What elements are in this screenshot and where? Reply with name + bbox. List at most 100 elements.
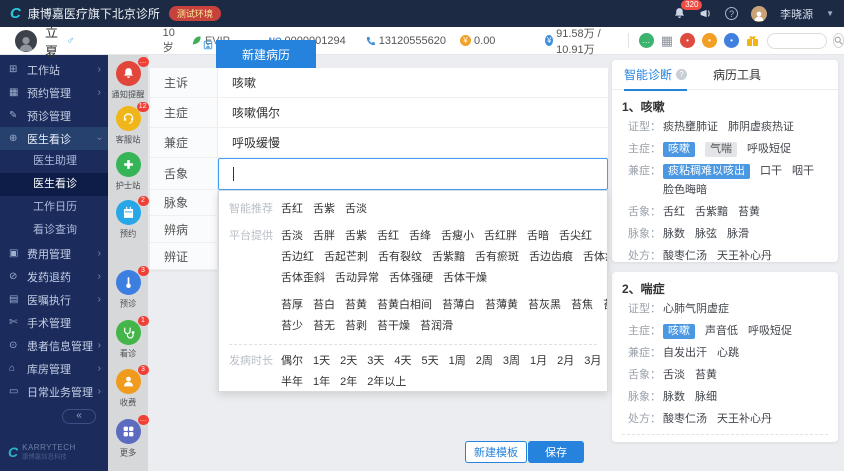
user-name[interactable]: 李晓源 (780, 6, 813, 22)
suggest-option[interactable]: 舌起芒刺 (324, 247, 368, 268)
diagnosis-item[interactable]: 苔黄 (695, 368, 717, 383)
form-field-3[interactable] (218, 158, 608, 190)
suggest-option[interactable]: 舌体歪斜 (281, 268, 325, 289)
suggest-option[interactable]: 1天 (313, 351, 330, 372)
sidebar-subitem[interactable]: 医生助理 (0, 150, 108, 173)
suggest-option[interactable]: 舌边红 (281, 247, 314, 268)
notification-bell-icon[interactable]: 320 (673, 0, 703, 20)
suggest-option[interactable]: 苔白 (313, 295, 335, 316)
suggest-option[interactable]: 苔薄白 (442, 295, 475, 316)
diagnosis-item[interactable]: 声音低 (705, 324, 738, 339)
diagnosis-item[interactable]: 咳嗽 (663, 324, 695, 339)
form-field-1[interactable]: 咳嗽偶尔 (218, 98, 608, 128)
suggest-option[interactable]: 3周 (503, 351, 520, 372)
chevron-down-icon[interactable]: ▼ (826, 9, 834, 18)
diagnosis-item[interactable]: 心跳 (717, 346, 739, 361)
suggest-option[interactable]: 偶尔 (281, 351, 303, 372)
suggest-option[interactable]: 2年 (340, 372, 357, 391)
diagnosis-item[interactable]: 自发出汗 (663, 346, 707, 361)
quicknav-nurse[interactable]: 护士站 (108, 152, 148, 192)
diagnosis-item[interactable]: 酸枣仁汤 (663, 249, 707, 262)
sidebar-subitem[interactable]: 工作日历 (0, 196, 108, 219)
suggest-option[interactable]: 苔薄黄 (485, 295, 518, 316)
sidebar-item-workstation[interactable]: ⊞ 工作站 › (0, 58, 108, 81)
diagnosis-item[interactable]: 痰粘稠难以咳出 (663, 164, 750, 179)
announcement-icon[interactable] (699, 7, 712, 20)
sidebar-item-appointment[interactable]: ▦ 预约管理 › (0, 81, 108, 104)
diagnosis-item[interactable]: 咳嗽 (663, 142, 695, 157)
suggest-option[interactable]: 苔少 (281, 316, 303, 337)
suggest-option[interactable]: 5天 (422, 351, 439, 372)
suggest-option[interactable]: 苔润滑 (420, 316, 453, 337)
quicknav-appoint[interactable]: 2 预约 (108, 196, 149, 240)
quicknav-visit[interactable]: 1 看诊 (108, 316, 149, 360)
sidebar-item-warehouse[interactable]: ⌂ 库房管理 › (0, 357, 108, 380)
diagnosis-item[interactable]: 天王补心丹 (717, 412, 772, 427)
suggest-option[interactable]: 苔无 (313, 316, 335, 337)
diagnosis-item[interactable]: 酸枣仁汤 (663, 412, 707, 427)
diagnosis-item[interactable]: 呼吸短促 (748, 324, 792, 339)
suggest-option[interactable]: 舌紫黯 (432, 247, 465, 268)
user-avatar[interactable] (751, 5, 768, 22)
help-icon[interactable]: ? (725, 7, 739, 20)
suggest-option[interactable]: 舌紫 (345, 226, 367, 247)
orange-app-icon[interactable]: • (702, 33, 718, 48)
diagnosis-item[interactable]: 脉滑 (727, 227, 749, 242)
diagnosis-item[interactable]: 口干 (760, 164, 782, 179)
quicknav-pretriage[interactable]: 3 预诊 (108, 266, 149, 310)
suggest-option[interactable]: 舌红 (377, 226, 399, 247)
sidebar-collapse-button[interactable]: « (62, 409, 96, 424)
sidebar-item-pharmacy[interactable]: ⊘ 发药退药 › (0, 265, 108, 288)
suggest-option[interactable]: 舌紫 (313, 199, 335, 220)
diagnosis-item[interactable]: 肺阴虚痰热证 (728, 120, 794, 135)
grid-apps-icon[interactable]: ▦ (661, 34, 673, 47)
sidebar-item-doctor-visit[interactable]: ⊕ 医生看诊 › (0, 127, 108, 150)
diagnosis-item[interactable]: 痰热壅肺证 (663, 120, 718, 135)
suggest-option[interactable]: 苔焦 (571, 295, 593, 316)
diagnosis-item[interactable]: 天王补心丹 (717, 249, 772, 262)
suggest-option[interactable]: 舌体瘦软 (583, 247, 607, 268)
save-button[interactable]: 保存 (528, 441, 584, 463)
diagnosis-item[interactable]: 呼吸短促 (747, 142, 791, 157)
search-icon[interactable] (832, 33, 844, 48)
suggest-option[interactable]: 3月 (584, 351, 601, 372)
suggest-option[interactable]: 舌体强硬 (389, 268, 433, 289)
suggest-option[interactable]: 1月 (530, 351, 547, 372)
sidebar-item-daily-business[interactable]: ▭ 日常业务管理 › (0, 380, 108, 403)
suggest-option[interactable]: 舌边齿痕 (529, 247, 573, 268)
diagnosis-item[interactable]: 脉数 (663, 390, 685, 405)
diagnosis-item[interactable]: 气喘 (705, 142, 737, 157)
suggest-option[interactable]: 舌有裂纹 (378, 247, 422, 268)
ai-info-icon[interactable]: ? (676, 69, 688, 80)
new-template-button[interactable]: 新建模板 (465, 441, 527, 463)
suggest-option[interactable]: 舌体干燥 (443, 268, 487, 289)
chat-icon[interactable]: … (638, 33, 654, 48)
suggest-option[interactable]: 4天 (394, 351, 411, 372)
quicknav-service[interactable]: 12 客服站 (108, 102, 149, 146)
red-app-icon[interactable]: • (680, 33, 696, 48)
sidebar-item-fee[interactable]: ▣ 费用管理 › (0, 242, 108, 265)
suggest-option[interactable]: 舌红胖 (484, 226, 517, 247)
diagnosis-item[interactable]: 脸色晦暗 (663, 183, 707, 198)
sidebar-item-orders[interactable]: ▤ 医嘱执行 › (0, 288, 108, 311)
quicknav-more[interactable]: … 更多 (108, 415, 149, 459)
diagnosis-item[interactable]: 脉数 (663, 227, 685, 242)
suggest-option[interactable]: 苔剥 (345, 316, 367, 337)
suggest-option[interactable]: 舌红 (281, 199, 303, 220)
suggest-option[interactable]: 舌淡 (281, 226, 303, 247)
suggest-option[interactable]: 舌有瘀斑 (475, 247, 519, 268)
suggest-option[interactable]: 2月 (557, 351, 574, 372)
sidebar-subitem[interactable]: 医生看诊 (0, 173, 108, 196)
form-field-2[interactable]: 呼吸缓慢 (218, 128, 608, 158)
suggest-option[interactable]: 苔腻 (603, 295, 607, 316)
gift-icon[interactable] (746, 35, 759, 47)
suggest-option[interactable]: 舌胖 (313, 226, 335, 247)
tab-new-medical-record[interactable]: 新建病历 (216, 40, 316, 68)
suggest-option[interactable]: 舌瘦小 (441, 226, 474, 247)
suggest-option[interactable]: 舌动异常 (335, 268, 379, 289)
suggest-option[interactable]: 苔干燥 (377, 316, 410, 337)
suggest-option[interactable]: 1周 (449, 351, 466, 372)
suggest-option[interactable]: 3天 (367, 351, 384, 372)
suggest-option[interactable]: 舌淡 (345, 199, 367, 220)
patient-avatar[interactable] (15, 29, 37, 52)
